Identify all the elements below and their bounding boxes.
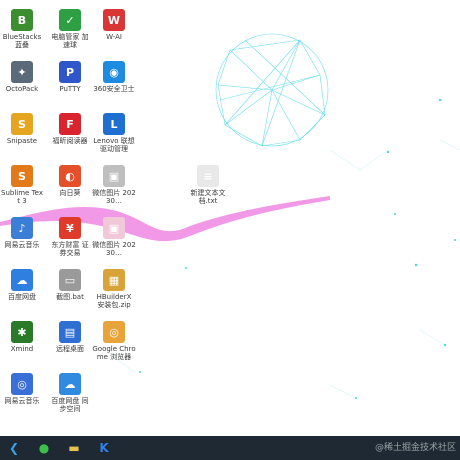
desktop-icon-label: 电脑管家 加速球: [51, 33, 89, 49]
desktop-icon-label: Lenovo 联想 驱动管理: [93, 137, 135, 153]
desktop-icon-label: 截图.bat: [56, 293, 84, 301]
desktop-icon-label: 远程桌面: [56, 345, 84, 353]
desktop-icon-label: 东方财富 证券交易: [51, 241, 89, 257]
shield-icon: ◉: [103, 61, 125, 83]
desktop-icon-label: Sublime Text 3: [1, 189, 43, 205]
chrome-icon: ◎: [103, 321, 125, 343]
desktop-icon[interactable]: ☁ 百度网盘: [0, 266, 52, 318]
cloud-icon: ☁: [11, 269, 33, 291]
desktop-icon-label: BlueStacks 蓝叠: [2, 33, 42, 49]
finance-icon: ¥: [59, 217, 81, 239]
desktop-icon-label: 百度网盘 同步空间: [51, 397, 89, 413]
desktop-icon-label: 微信图片 20230…: [92, 241, 136, 257]
desktop-icon-label: HBuilderX 安装包.zip: [96, 293, 132, 309]
desktop-icon-label: Xmind: [10, 345, 34, 353]
desktop-icon[interactable]: B BlueStacks 蓝叠: [0, 6, 52, 58]
music-icon: ◎: [11, 373, 33, 395]
desktop-icon-label: Snipaste: [6, 137, 38, 145]
vscode-icon[interactable]: ❮: [4, 439, 24, 457]
desktop-icon[interactable]: ▦ HBuilderX 安装包.zip: [92, 266, 144, 318]
desktop-icon[interactable]: ♪ 网易云音乐: [0, 214, 52, 266]
desktop-icon[interactable]: ≡ 新建文本文 档.txt: [186, 162, 238, 214]
desktop-icon-label: 百度网盘: [8, 293, 36, 301]
desktop-icon-label: 网易云音乐: [4, 397, 40, 405]
watermark-text: @稀土掘金技术社区: [374, 443, 456, 453]
desktop-icon-label: 微信图片 20230…: [92, 189, 136, 205]
desktop-icon[interactable]: S Snipaste: [0, 110, 52, 162]
desktop-icon[interactable]: ✦ OctoPack: [0, 58, 52, 110]
desktop-icon-label: 福昕阅读器: [52, 137, 88, 145]
desktop-icon[interactable]: S Sublime Text 3: [0, 162, 52, 214]
desktop-icon-label: 向日葵: [59, 189, 81, 197]
lenovo-icon: L: [103, 113, 125, 135]
robot-icon: W: [103, 9, 125, 31]
music-icon: ♪: [11, 217, 33, 239]
batch-file-icon: ▭: [59, 269, 81, 291]
image-file-icon: ▣: [103, 165, 125, 187]
bluestacks-icon: B: [11, 9, 33, 31]
zip-archive-icon: ▦: [103, 269, 125, 291]
desktop-icon[interactable]: ✱ Xmind: [0, 318, 52, 370]
sublime-icon: S: [11, 165, 33, 187]
desktop-icon[interactable]: ▣ 微信图片 20230…: [92, 162, 144, 214]
desktop-icon[interactable]: L Lenovo 联想 驱动管理: [92, 110, 144, 162]
app-k-icon[interactable]: K: [94, 439, 114, 457]
wechat-icon[interactable]: ●: [34, 439, 54, 457]
desktop-icon[interactable]: ▣ 微信图片 20230…: [92, 214, 144, 266]
image-file-icon: ▣: [103, 217, 125, 239]
snipaste-icon: S: [11, 113, 33, 135]
xmind-icon: ✱: [11, 321, 33, 343]
desktop-icon-label: 网易云音乐: [4, 241, 40, 249]
desktop-icon-label: OctoPack: [5, 85, 39, 93]
putty-icon: P: [59, 61, 81, 83]
desktop-icon-label: PuTTY: [59, 85, 81, 93]
checkmark-icon: ✓: [59, 9, 81, 31]
desktop-icon[interactable]: ◉ 360安全卫士: [92, 58, 144, 110]
pdf-reader-icon: F: [59, 113, 81, 135]
cloud-sync-icon: ☁: [59, 373, 81, 395]
remote-desktop-icon: ▤: [59, 321, 81, 343]
desktop-icon[interactable]: ◎ Google Chrome 浏览器: [92, 318, 144, 370]
desktop-icon[interactable]: W W-AI: [92, 6, 144, 58]
desktop-icon-label: 新建文本文 档.txt: [190, 189, 226, 205]
desktop-icon[interactable]: ☁ 百度网盘 同步空间: [48, 370, 100, 422]
text-file-icon: ≡: [197, 165, 219, 187]
sunflower-icon: ◐: [59, 165, 81, 187]
desktop-icon[interactable]: ◎ 网易云音乐: [0, 370, 52, 422]
octopack-icon: ✦: [11, 61, 33, 83]
desktop-icon-label: 360安全卫士: [93, 85, 135, 93]
file-explorer-icon[interactable]: ▬: [64, 439, 84, 457]
desktop-icon-label: Google Chrome 浏览器: [92, 345, 136, 361]
desktop: B BlueStacks 蓝叠 ✓ 电脑管家 加速球 W W-AI ✦ OctoPack P Pu…: [0, 0, 460, 436]
desktop-icon-label: W-AI: [106, 33, 122, 41]
